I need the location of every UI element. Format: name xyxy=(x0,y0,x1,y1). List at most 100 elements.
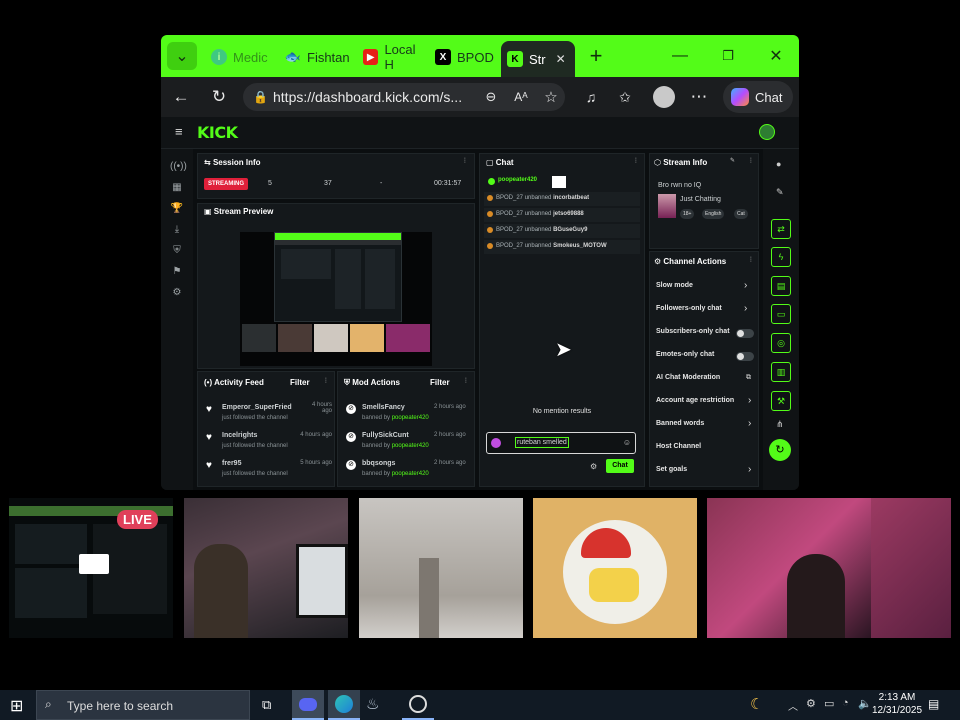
stream-category[interactable]: Just Chatting xyxy=(680,196,721,203)
action-followers-only[interactable]: Followers-only chat › xyxy=(650,303,758,317)
download-icon[interactable]: ⤓ xyxy=(170,224,184,236)
activity-filter-button[interactable]: Filter xyxy=(290,378,310,387)
obs-taskbar-icon[interactable] xyxy=(402,690,434,720)
action-subscribers-only[interactable]: Subscribers-only chat xyxy=(650,326,758,340)
steam-taskbar-icon[interactable]: ♨ xyxy=(366,695,379,713)
chevron-up-icon[interactable]: ︿ xyxy=(788,698,798,713)
shield-icon[interactable]: ⛨ xyxy=(170,245,184,257)
user-badge-icon xyxy=(488,178,495,185)
new-tab-icon[interactable]: + xyxy=(581,43,611,69)
favorites-icon[interactable]: ✩ xyxy=(613,85,637,109)
refresh-icon[interactable]: ↻ xyxy=(207,85,231,109)
broadcast-icon[interactable]: ((•)) xyxy=(170,161,187,173)
action-set-goals[interactable]: Set goals › xyxy=(650,464,758,478)
pencil-icon[interactable]: ✎ xyxy=(776,187,784,198)
heart-icon: ♥ xyxy=(206,460,212,471)
tab-kick-stream[interactable]: K Str ✕ xyxy=(501,41,575,77)
action-emotes-only[interactable]: Emotes-only chat xyxy=(650,349,758,363)
mod-description: banned by xyxy=(362,471,391,477)
zoom-icon[interactable]: ⊖ xyxy=(479,85,503,109)
stream-preview-video[interactable] xyxy=(240,232,432,366)
chat-mention-user[interactable]: poopeater420 xyxy=(498,177,537,183)
chat-send-button[interactable]: Chat xyxy=(606,459,634,473)
favorite-star-icon[interactable]: ☆ xyxy=(539,85,563,109)
action-account-age[interactable]: Account age restriction › xyxy=(650,395,758,409)
activity-description: just followed the channel xyxy=(222,471,288,477)
action-host-channel[interactable]: Host Channel xyxy=(650,441,758,455)
chat-settings-icon[interactable]: ⚙ xyxy=(590,462,597,471)
tab-medic[interactable]: i Medic xyxy=(205,43,277,71)
mod-filter-button[interactable]: Filter xyxy=(430,378,450,387)
info-icon[interactable]: ● xyxy=(776,159,781,169)
chat-input[interactable]: ruteban smelled ☺ xyxy=(486,432,636,454)
trophy-icon[interactable]: 🏆 xyxy=(170,203,184,215)
kebab-icon[interactable]: ⋮ xyxy=(748,256,754,263)
notifications-icon[interactable]: ▤ xyxy=(928,697,939,711)
mod-username: bbqsongs xyxy=(362,460,396,467)
kebab-icon[interactable]: ⋮ xyxy=(748,157,754,164)
user-avatar[interactable] xyxy=(759,124,775,140)
hamburger-menu-icon[interactable]: ≡ xyxy=(175,124,183,139)
windows-start-icon[interactable]: ⊞ xyxy=(10,696,23,716)
copilot-button[interactable]: Chat xyxy=(723,81,793,113)
network-icon[interactable]: ▭ xyxy=(824,697,834,710)
read-aloud-icon[interactable]: Aᴬ xyxy=(509,85,533,109)
person-silhouette xyxy=(194,544,248,638)
action-label: Subscribers-only chat xyxy=(656,328,730,335)
chevron-right-icon: › xyxy=(748,418,752,429)
tab-fishtan[interactable]: 🐟 Fishtan xyxy=(279,43,353,71)
moon-weather-icon[interactable]: ☾ xyxy=(750,695,763,713)
media-icon[interactable]: ♫ xyxy=(579,85,603,109)
clock-time[interactable]: 2:13 AM xyxy=(876,692,918,703)
share-icon[interactable]: ⋔ xyxy=(776,419,784,430)
raid-icon[interactable]: ⇄ xyxy=(771,219,791,239)
minimize-icon[interactable]: — xyxy=(665,43,695,69)
action-slow-mode[interactable]: Slow mode › xyxy=(650,280,758,294)
chat-bubble-icon[interactable]: ▭ xyxy=(771,304,791,324)
kebab-icon[interactable]: ⋮ xyxy=(463,377,469,384)
action-banned-words[interactable]: Banned words › xyxy=(650,418,758,432)
activity-time: 5 hours ago xyxy=(300,460,332,466)
edit-pencil-icon[interactable]: ✎ xyxy=(730,157,735,164)
kebab-icon[interactable]: ⋮ xyxy=(633,157,639,164)
kebab-icon[interactable]: ⋮ xyxy=(323,377,329,384)
chat-input-value: ruteban smelled xyxy=(515,437,569,448)
tab-actions-chevron-icon[interactable]: ⌄ xyxy=(167,42,197,70)
lightning-icon[interactable]: ϟ xyxy=(771,247,791,267)
task-view-icon[interactable]: ⧉ xyxy=(262,697,271,713)
wrench-icon[interactable]: ⚒ xyxy=(771,391,791,411)
live-badge: LIVE xyxy=(117,510,158,529)
discord-taskbar-icon[interactable] xyxy=(292,690,324,720)
kebab-icon[interactable]: ⋮ xyxy=(462,157,468,164)
app-tray-icon[interactable]: ⚙ xyxy=(806,697,816,710)
wifi-icon[interactable]: ◔ xyxy=(842,697,849,709)
close-window-icon[interactable]: ✕ xyxy=(761,43,791,69)
webcam-tile-4 xyxy=(707,498,871,638)
tab-local[interactable]: ▶ Local H xyxy=(357,42,427,72)
clock-date[interactable]: 12/31/2025 xyxy=(872,705,922,716)
close-tab-icon[interactable]: ✕ xyxy=(556,52,566,66)
monitor-display xyxy=(296,544,348,618)
subscribers-only-toggle[interactable] xyxy=(736,329,754,338)
flag-icon[interactable]: ⚑ xyxy=(170,266,184,278)
taskbar-search-input[interactable]: ⌕ Type here to search xyxy=(36,690,250,720)
emotes-only-toggle[interactable] xyxy=(736,352,754,361)
volume-icon[interactable]: 🔈 xyxy=(858,697,872,710)
tile-panel xyxy=(15,568,87,618)
edge-taskbar-icon[interactable] xyxy=(328,690,360,720)
broadcast-rail-icon[interactable]: ◎ xyxy=(771,333,791,353)
back-icon[interactable]: ← xyxy=(169,85,193,109)
kick-logo[interactable]: KICK xyxy=(197,123,238,142)
emote-picker-icon[interactable] xyxy=(491,438,501,448)
refresh-fab-icon[interactable]: ↻ xyxy=(769,439,791,461)
dashboard-icon[interactable]: ▦ xyxy=(170,182,184,194)
profile-avatar[interactable] xyxy=(653,86,675,108)
more-menu-icon[interactable]: ⋯ xyxy=(687,85,711,109)
stack-icon[interactable]: ▥ xyxy=(771,362,791,382)
notes-icon[interactable]: ▤ xyxy=(771,276,791,296)
emoji-icon[interactable]: ☺ xyxy=(623,438,631,447)
tab-bpod[interactable]: X BPOD xyxy=(429,43,499,71)
action-ai-moderation[interactable]: AI Chat Moderation ⧉ xyxy=(650,372,758,386)
settings-icon[interactable]: ⚙ xyxy=(170,287,184,299)
restore-icon[interactable]: ❐ xyxy=(713,43,743,69)
